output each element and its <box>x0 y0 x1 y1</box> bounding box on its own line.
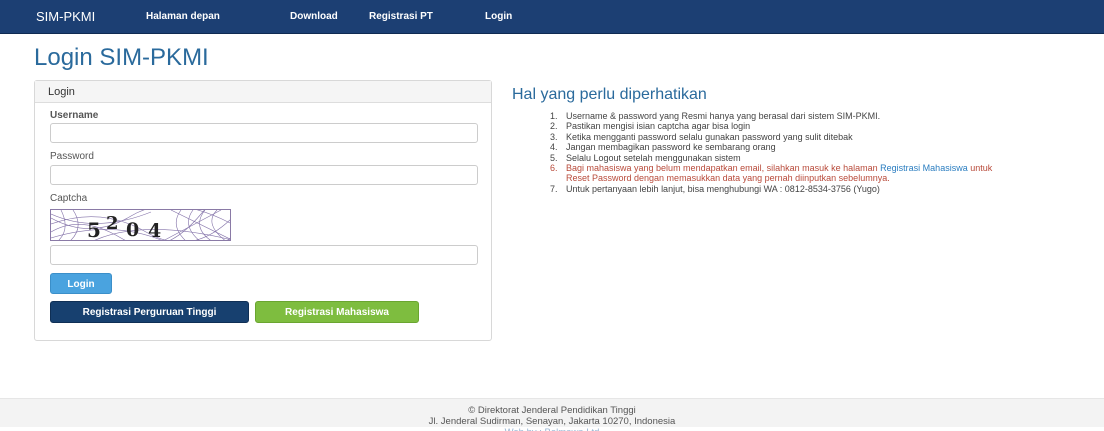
username-label: Username <box>50 110 99 121</box>
nav-login[interactable]: Login <box>485 11 512 22</box>
note-item: 5. Selalu Logout setelah menggunakan sist… <box>550 153 1000 163</box>
note-item: 2. Pastikan mengisi isian captcha agar bi… <box>550 121 1000 131</box>
note-text: Username & password yang Resmi hanya yan… <box>566 111 881 121</box>
footer-address: Jl. Jenderal Sudirman, Senayan, Jakarta … <box>428 416 676 427</box>
note-text: Bagi mahasiswa yang belum mendapatkan em… <box>566 163 881 174</box>
footer-credit: Web by : Belmawa Ltd <box>0 427 1104 431</box>
note-number: 6. <box>550 163 558 174</box>
svg-text:5: 5 <box>87 218 103 241</box>
note-number: 4. <box>550 142 558 153</box>
note-number: 3. <box>550 131 558 142</box>
note-item: 1. Username & password yang Resmi hanya y… <box>550 111 1000 121</box>
note-item: 7. Untuk pertanyaan lebih lanjut, bisa me… <box>550 184 1000 194</box>
nav-download[interactable]: Download <box>290 11 338 22</box>
captcha-input[interactable] <box>50 245 478 265</box>
svg-text:2: 2 <box>106 213 119 234</box>
register-mahasiswa-button[interactable]: Registrasi Mahasiswa <box>255 301 419 323</box>
note-number: 5. <box>550 152 558 163</box>
login-panel: Login Username Password Captcha 5 2 0 4 … <box>34 80 492 341</box>
note-item: 4. Jangan membagikan password ke sembaran… <box>550 142 1000 152</box>
note-text: Ketika mengganti password selalu gunakan… <box>566 131 853 142</box>
note-text: Pastikan mengisi isian captcha agar bisa… <box>566 121 751 132</box>
username-input[interactable] <box>50 123 478 143</box>
registrasi-mahasiswa-link[interactable]: Registrasi Mahasiswa <box>880 163 968 173</box>
note-text: Selalu Logout setelah menggunakan sistem <box>566 152 741 163</box>
page-title: Login SIM-PKMI <box>34 44 209 71</box>
svg-text:0: 0 <box>126 219 139 241</box>
notes-list: 1. Username & password yang Resmi hanya y… <box>550 111 1000 194</box>
note-item: 3. Ketika mengganti password selalu gunak… <box>550 132 1000 142</box>
footer-copyright: © Direktorat Jenderal Pendidikan Tinggi <box>468 405 636 416</box>
note-text: Jangan membagikan password ke sembarang … <box>566 142 776 153</box>
panel-heading: Login <box>35 81 491 103</box>
top-navbar: SIM-PKMI Halaman depan Download Registra… <box>0 0 1104 34</box>
svg-text:4: 4 <box>148 220 161 241</box>
footer: © Direktorat Jenderal Pendidikan Tinggi … <box>0 398 1104 431</box>
notes-title: Hal yang perlu diperhatikan <box>512 86 707 103</box>
nav-home[interactable]: Halaman depan <box>146 11 220 22</box>
password-input[interactable] <box>50 165 478 185</box>
password-label: Password <box>50 151 94 162</box>
brand-link[interactable]: SIM-PKMI <box>36 9 95 24</box>
captcha-image: 5 2 0 4 <box>50 209 231 241</box>
note-number: 7. <box>550 183 558 194</box>
note-number: 1. <box>550 111 558 121</box>
nav-registrasi-pt[interactable]: Registrasi PT <box>369 11 433 22</box>
note-item-warning: 6. Bagi mahasiswa yang belum mendapatkan … <box>550 163 1000 184</box>
note-text: Untuk pertanyaan lebih lanjut, bisa meng… <box>566 183 880 194</box>
login-button[interactable]: Login <box>50 273 112 294</box>
register-pt-button[interactable]: Registrasi Perguruan Tinggi <box>50 301 249 323</box>
captcha-label: Captcha <box>50 193 88 204</box>
note-number: 2. <box>550 121 558 132</box>
